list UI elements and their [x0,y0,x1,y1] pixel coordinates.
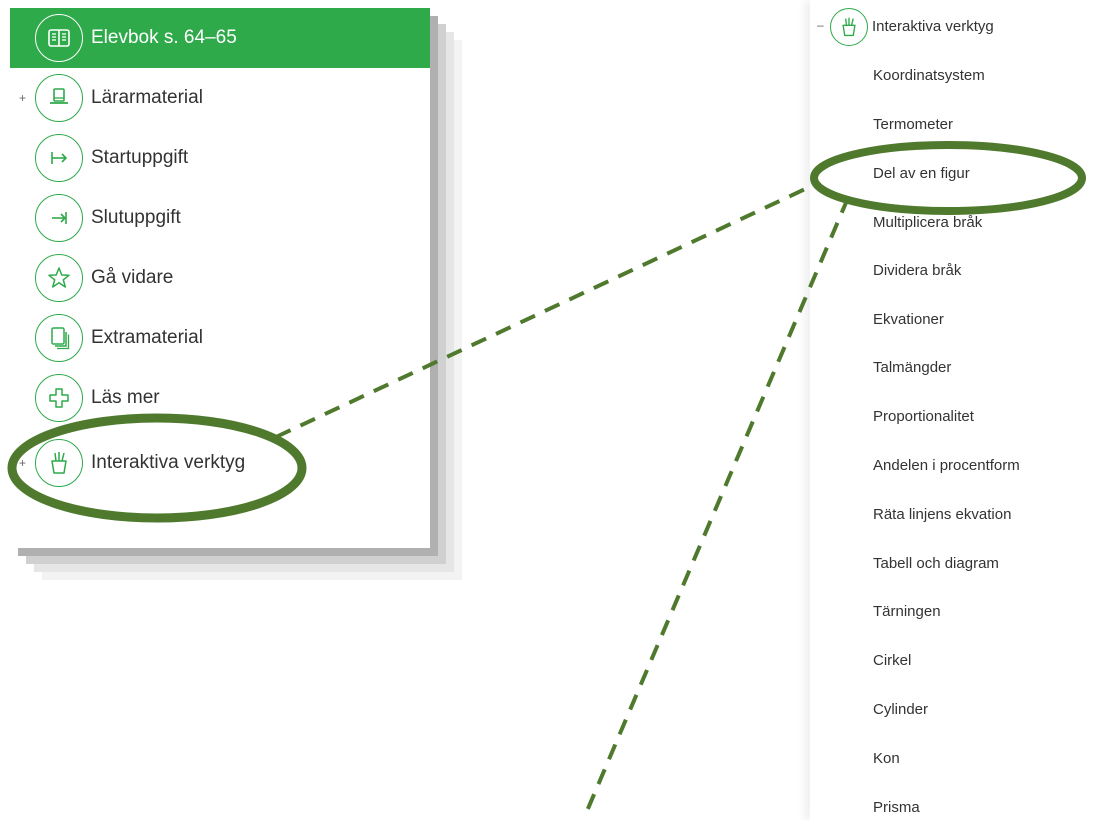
menu-item-las-mer[interactable]: Läs mer [10,368,430,428]
star-icon [35,254,83,302]
expand-icon[interactable]: + [19,456,26,470]
plus-cross-icon [35,374,83,422]
book-icon [35,14,83,62]
menu-item-ga-vidare[interactable]: Gå vidare [10,248,430,308]
submenu-item-prisma[interactable]: Prisma [873,799,920,816]
submenu-item-dividera-brak[interactable]: Dividera bråk [873,262,961,279]
menu-item-elevbok[interactable]: Elevbok s. 64–65 [10,8,430,68]
expand-icon[interactable]: + [19,91,26,105]
submenu-item-kon[interactable]: Kon [873,750,900,767]
menu-item-label: Gå vidare [91,267,174,288]
left-menu-panel: Elevbok s. 64–65 + Lärarmaterial Startup… [10,8,430,548]
menu-item-label: Startuppgift [91,147,189,168]
submenu-item-andelen-i-procentform[interactable]: Andelen i procentform [873,457,1020,474]
menu-item-label: Läs mer [91,387,160,408]
tools-cup-icon [830,8,868,46]
menu-item-label: Slutuppgift [91,207,181,228]
menu-item-label: Elevbok s. 64–65 [91,27,237,48]
collapse-icon[interactable]: – [817,18,824,32]
arrow-start-icon [35,134,83,182]
submenu-item-multiplicera-brak[interactable]: Multiplicera bråk [873,214,982,231]
submenu-item-koordinatsystem[interactable]: Koordinatsystem [873,67,985,84]
menu-item-extramaterial[interactable]: Extramaterial [10,308,430,368]
menu-item-label: Lärarmaterial [91,87,203,108]
documents-icon [35,314,83,362]
submenu-item-cylinder[interactable]: Cylinder [873,701,928,718]
submenu-item-termometer[interactable]: Termometer [873,116,953,133]
dashed-pointer-line [582,197,850,819]
menu-item-interaktiva-verktyg[interactable]: + Interaktiva verktyg [10,433,430,493]
submenu-item-rata-linjens-ekvation[interactable]: Räta linjens ekvation [873,506,1011,523]
submenu-item-proportionalitet[interactable]: Proportionalitet [873,408,974,425]
submenu-item-talmangder[interactable]: Talmängder [873,359,951,376]
menu-item-label: Interaktiva verktyg [91,452,246,473]
tools-cup-icon [35,439,83,487]
submenu-item-del-av-en-figur[interactable]: Del av en figur [873,165,970,182]
menu-item-label: Extramaterial [91,327,203,348]
menu-item-lararmaterial[interactable]: + Lärarmaterial [10,68,430,128]
submenu-header[interactable]: – Interaktiva verktyg [810,6,1110,46]
right-submenu-panel: – Interaktiva verktyg Koordinatsystem Te… [810,0,1110,820]
menu-item-startuppgift[interactable]: Startuppgift [10,128,430,188]
submenu-item-tarningen[interactable]: Tärningen [873,603,941,620]
submenu-item-ekvationer[interactable]: Ekvationer [873,311,944,328]
menu-item-slutuppgift[interactable]: Slutuppgift [10,188,430,248]
submenu-item-tabell-och-diagram[interactable]: Tabell och diagram [873,555,999,572]
submenu-title: Interaktiva verktyg [872,18,994,35]
arrow-end-icon [35,194,83,242]
submenu-item-cirkel[interactable]: Cirkel [873,652,911,669]
hat-icon [35,74,83,122]
